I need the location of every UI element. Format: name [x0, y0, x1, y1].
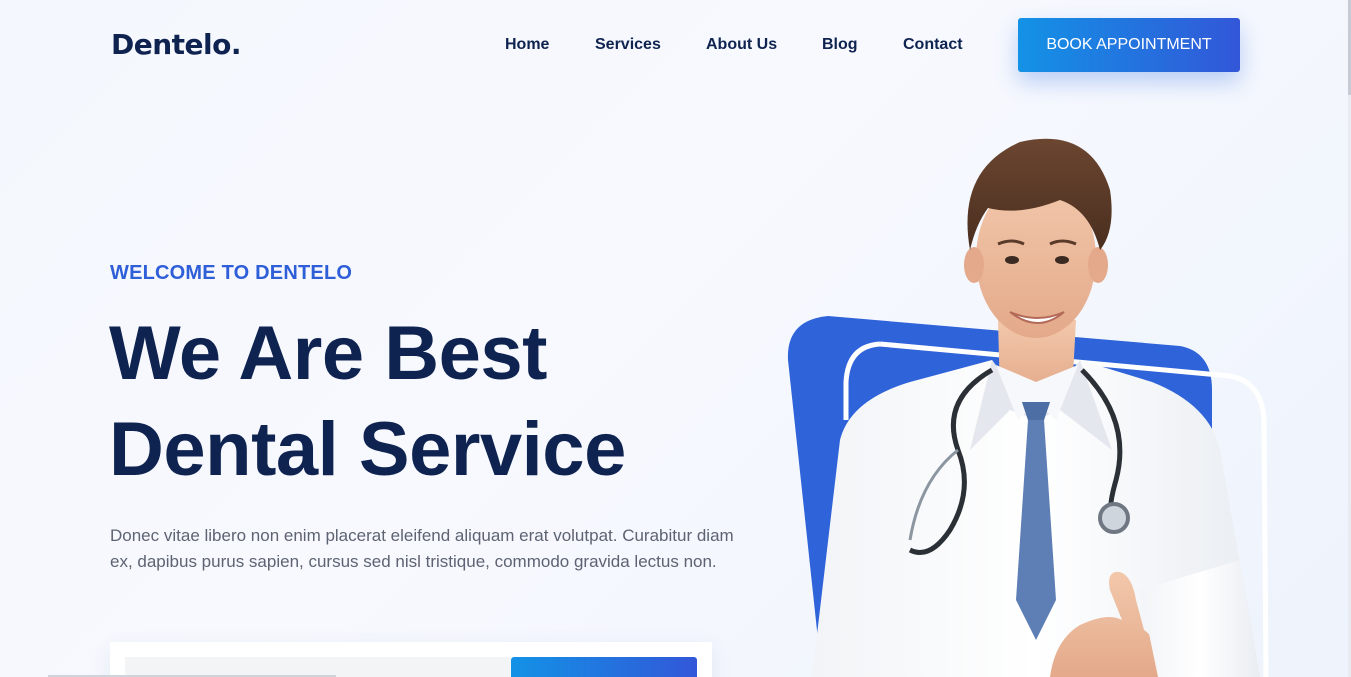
- nav-item-services[interactable]: Services: [595, 36, 661, 54]
- book-appointment-button[interactable]: BOOK APPOINTMENT: [1018, 18, 1240, 72]
- hero-title-line-1: We Are Best: [109, 311, 548, 396]
- nav-item-home[interactable]: Home: [505, 36, 549, 54]
- hero-description: Donec vitae libero non enim placerat ele…: [110, 526, 734, 571]
- hero-eyebrow: WELCOME TO DENTELO: [110, 262, 353, 284]
- page: Dentelo. Home Services About Us Blog Con…: [0, 0, 1351, 677]
- site-logo[interactable]: Dentelo.: [111, 28, 242, 61]
- doctor-portrait-image: [787, 138, 1269, 677]
- form-submit-button[interactable]: [511, 657, 697, 677]
- nav-item-contact[interactable]: Contact: [903, 36, 963, 54]
- nav-item-about-us[interactable]: About Us: [706, 36, 777, 54]
- nav-item-blog[interactable]: Blog: [822, 36, 858, 54]
- hero-title-line-2: Dental Service: [109, 407, 626, 492]
- hero-title: We Are Best Dental Service: [109, 306, 749, 498]
- appointment-form: [110, 642, 712, 677]
- form-input-field[interactable]: [125, 657, 511, 677]
